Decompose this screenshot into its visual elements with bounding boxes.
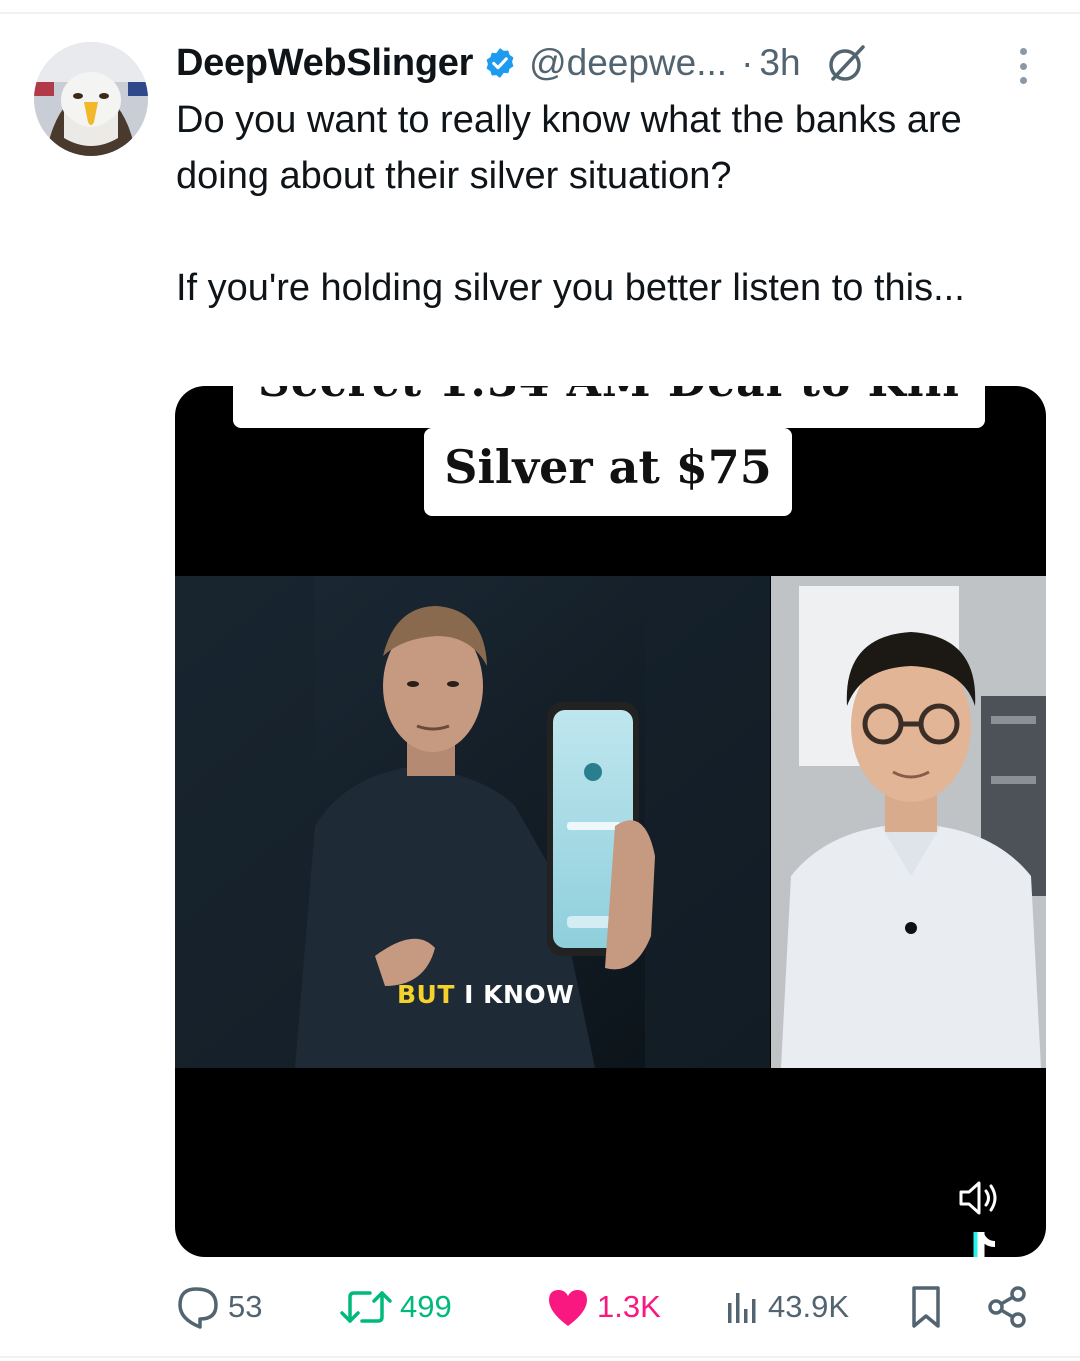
verified-badge-icon <box>483 46 517 80</box>
author-name[interactable]: DeepWebSlinger <box>176 42 473 85</box>
author-handle[interactable]: @deepwe... <box>529 42 727 84</box>
like-button[interactable]: 1.3K <box>545 1282 661 1332</box>
caption-line-1: Secret 1:34 AM Deal to Kill <box>233 386 985 407</box>
bookmark-icon <box>912 1286 940 1328</box>
retweet-button[interactable]: 499 <box>338 1282 452 1332</box>
subtitle-highlight: BUT <box>397 980 455 1009</box>
like-count: 1.3K <box>597 1289 661 1324</box>
reply-button[interactable]: 53 <box>176 1282 262 1332</box>
share-icon <box>988 1286 1026 1328</box>
separator-dot: · <box>741 42 754 83</box>
volume-icon[interactable] <box>957 1178 1001 1218</box>
heart-icon <box>549 1290 587 1326</box>
views-button[interactable]: 43.9K <box>722 1282 849 1332</box>
caption-line-2: Silver at $75 <box>444 440 772 494</box>
caption-box-main: Silver at $75 <box>424 428 792 516</box>
tiktok-icon <box>955 1226 1015 1257</box>
video-frame-right <box>771 576 1046 1068</box>
timestamp[interactable]: 3h <box>759 42 800 84</box>
views-icon <box>728 1293 756 1323</box>
retweet-count: 499 <box>400 1289 452 1324</box>
tweet-text-paragraph-2: If you're holding silver you better list… <box>176 267 965 309</box>
more-icon[interactable] <box>1010 48 1036 84</box>
video-player[interactable]: Secret 1:34 AM Deal to Kill Silver at $7… <box>175 386 1046 1257</box>
subtitle-rest: I KNOW <box>454 980 575 1009</box>
bookmark-button[interactable] <box>906 1282 946 1332</box>
tweet-text: Do you want to really know what the bank… <box>176 92 1036 316</box>
tweet-text-paragraph-1: Do you want to really know what the bank… <box>176 99 962 197</box>
reply-count: 53 <box>228 1289 263 1324</box>
reply-icon <box>178 1287 218 1329</box>
top-divider <box>0 12 1080 14</box>
video-subtitle: BUT I KNOW <box>397 980 574 1009</box>
retweet-icon <box>340 1291 392 1323</box>
avatar[interactable] <box>34 42 148 156</box>
bottom-divider <box>0 1356 1080 1358</box>
caption-box-top: Secret 1:34 AM Deal to Kill <box>233 386 985 428</box>
view-count: 43.9K <box>768 1289 850 1324</box>
grok-icon[interactable] <box>823 39 871 87</box>
share-button[interactable] <box>984 1282 1030 1332</box>
tweet-header: DeepWebSlinger @deepwe... · 3h <box>176 38 871 88</box>
action-bar: 53 499 1.3K 43.9K <box>0 1282 1080 1332</box>
